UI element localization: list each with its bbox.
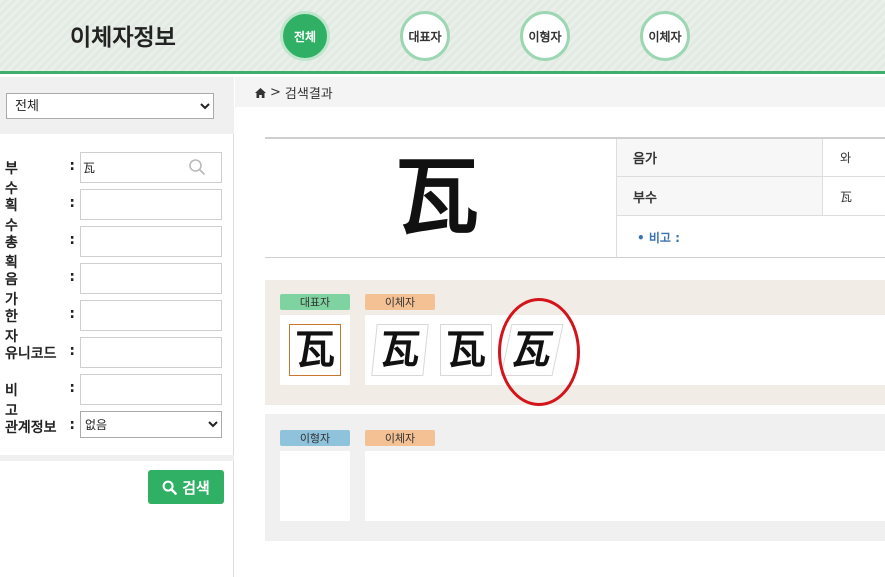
field-reading: 음 가: <box>0 263 234 308</box>
nav-variant[interactable]: 이체자 <box>640 11 690 61</box>
shape-variant-tag: 이형자 <box>280 430 350 446</box>
field-unicode: 유니코드: <box>0 337 234 369</box>
representative-tag: 대표자 <box>280 294 350 310</box>
site-logo[interactable]: 이체자정보 <box>70 18 176 52</box>
sidebar-top: 전체 <box>0 77 234 134</box>
info-value: 瓦 <box>840 189 853 204</box>
variant-card: 瓦 瓦 瓦 <box>365 315 885 385</box>
remarks-input[interactable] <box>80 374 222 405</box>
field-radical: 부 수: <box>0 152 234 197</box>
sidebar: 전체 부 수: 획 수: 총 획: 음 가: 한 자: 유니코드: 비 고: <box>0 77 234 577</box>
relation-select[interactable]: 없음 <box>80 411 222 438</box>
header: 이체자정보 전체 대표자 이형자 이체자 <box>0 0 885 74</box>
breadcrumb-current: 검색결과 <box>284 87 333 102</box>
field-remarks: 비 고: <box>0 374 234 419</box>
field-total-strokes: 총 획: <box>0 226 234 271</box>
info-table: 음가 와 부수 瓦 • 비고 : <box>616 139 885 258</box>
note-label: • 비고 : <box>637 231 680 245</box>
reading-input[interactable] <box>80 263 222 294</box>
variant-glyph[interactable]: 瓦 <box>440 324 492 376</box>
variant-tag: 이체자 <box>365 294 435 310</box>
field-stroke-count: 획 수: <box>0 189 234 234</box>
representative-glyph[interactable]: 瓦 <box>289 324 341 376</box>
search-button[interactable]: 검색 <box>148 470 224 504</box>
info-row-radical: 부수 瓦 <box>617 177 885 216</box>
breadcrumb-bar: > 검색결과 <box>235 77 885 107</box>
shape-variants-panel: 이형자 이체자 <box>265 414 885 541</box>
nav-shape-variant[interactable]: 이형자 <box>520 11 570 61</box>
search-button-label: 검색 <box>182 478 210 497</box>
breadcrumb-separator: > <box>270 85 281 100</box>
home-icon[interactable] <box>255 87 266 98</box>
sidebar-divider <box>0 455 234 461</box>
variant-card-empty <box>365 451 885 521</box>
field-hanja: 한 자: <box>0 300 234 345</box>
type-select[interactable]: 전체 <box>6 93 214 119</box>
unicode-input[interactable] <box>80 337 222 368</box>
shape-variant-card <box>280 451 350 521</box>
search-icon[interactable] <box>188 158 206 176</box>
representative-card: 瓦 <box>280 315 350 385</box>
search-icon <box>162 480 177 495</box>
hanja-input[interactable] <box>80 300 222 331</box>
variant-glyph[interactable]: 瓦 <box>500 324 564 376</box>
info-key: 음가 <box>617 139 823 176</box>
info-value: 와 <box>840 151 852 165</box>
info-row-reading: 음가 와 <box>617 139 885 177</box>
variant-tag: 이체자 <box>365 430 435 446</box>
total-strokes-input[interactable] <box>80 226 222 257</box>
nav-all[interactable]: 전체 <box>280 11 330 61</box>
breadcrumb: > 검색결과 <box>255 83 333 102</box>
variants-panel: 대표자 이체자 瓦 瓦 瓦 瓦 <box>265 280 885 405</box>
variant-glyph[interactable]: 瓦 <box>371 324 429 376</box>
result-character: 瓦 <box>395 147 480 246</box>
info-key: 부수 <box>617 177 823 215</box>
nav-representative[interactable]: 대표자 <box>400 11 450 61</box>
stroke-count-input[interactable] <box>80 189 222 220</box>
result-info: 瓦 음가 와 부수 瓦 • 비고 : <box>265 137 885 258</box>
field-relation: 관계정보: 없음 <box>0 411 234 443</box>
